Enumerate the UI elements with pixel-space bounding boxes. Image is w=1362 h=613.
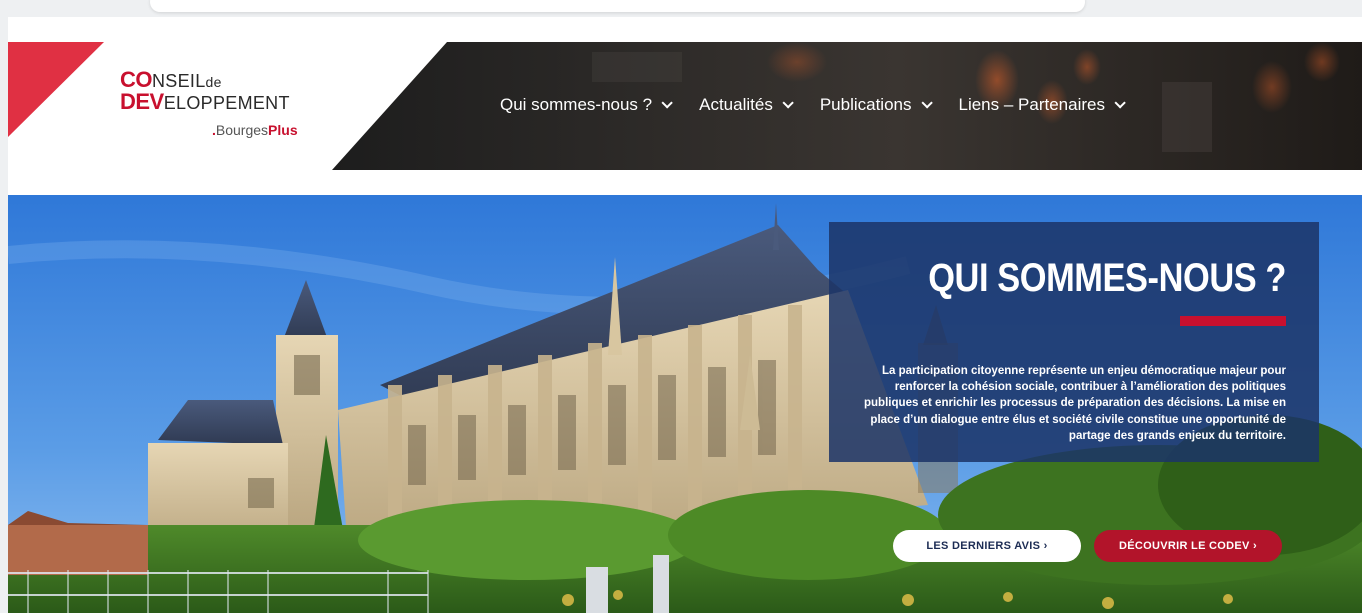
title-underline <box>1180 316 1286 326</box>
nav-item-publications[interactable]: Publications <box>819 95 933 115</box>
nav-item-label: Liens – Partenaires <box>958 95 1105 114</box>
nav-band: Qui sommes-nous ? Actualités Publication… <box>332 42 1362 170</box>
discover-codev-button[interactable]: DÉCOUVRIR LE CODEV › <box>1094 530 1282 562</box>
nav-item-actualites[interactable]: Actualités <box>699 95 794 115</box>
website-page: CONSEILde DEVELOPPEMENT .BourgesPlus Qui… <box>8 17 1362 613</box>
latest-opinions-button[interactable]: LES DERNIERS AVIS › <box>893 530 1081 562</box>
chevron-down-icon <box>920 97 933 109</box>
intro-panel: QUI SOMMES-NOUS ? La participation citoy… <box>829 222 1319 462</box>
search-bar-edge <box>150 0 1085 12</box>
nav-item-liens-partenaires[interactable]: Liens – Partenaires <box>958 95 1126 115</box>
chevron-down-icon <box>782 97 794 109</box>
chevron-down-icon <box>661 97 673 109</box>
corner-triangle-decoration <box>8 42 104 137</box>
logo-line-3: .BourgesPlus <box>212 122 298 138</box>
logo-line-2: DEVELOPPEMENT <box>120 89 290 114</box>
panel-title: QUI SOMMES-NOUS ? <box>928 256 1286 300</box>
nav-item-label: Actualités <box>699 95 773 114</box>
nav-item-qui-sommes-nous[interactable]: Qui sommes-nous ? <box>500 95 673 115</box>
browser-top-strip <box>0 0 1362 16</box>
chevron-down-icon <box>1114 97 1126 109</box>
hero-section: QUI SOMMES-NOUS ? La participation citoy… <box>8 195 1362 613</box>
site-logo[interactable]: CONSEILde DEVELOPPEMENT .BourgesPlus <box>120 69 350 149</box>
nav-item-label: Qui sommes-nous ? <box>500 95 653 114</box>
nav-item-label: Publications <box>819 95 912 114</box>
site-header: CONSEILde DEVELOPPEMENT .BourgesPlus Qui… <box>8 17 1362 195</box>
main-nav: Qui sommes-nous ? Actualités Publication… <box>500 95 1152 115</box>
logo-line-1: CONSEILde <box>120 67 222 92</box>
panel-description: La participation citoyenne représente un… <box>863 363 1286 442</box>
